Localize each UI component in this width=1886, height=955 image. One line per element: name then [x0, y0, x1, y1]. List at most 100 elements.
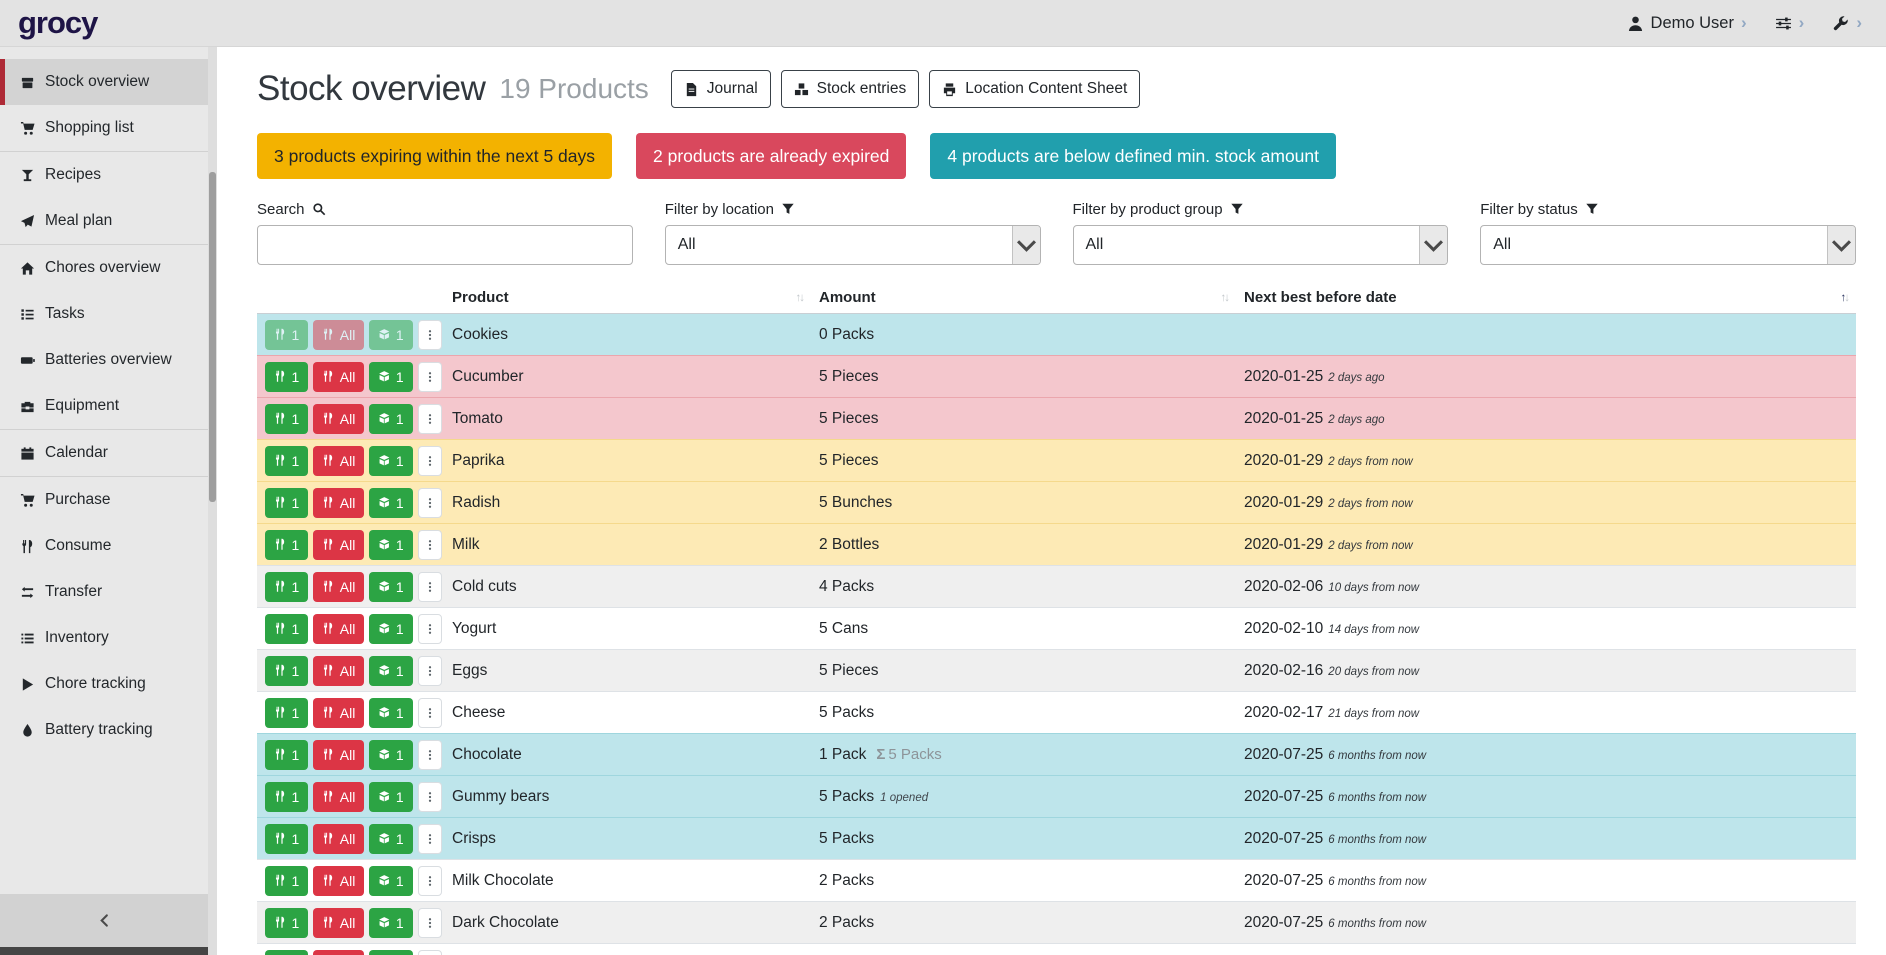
consume-one-button[interactable]: 1 [265, 614, 308, 644]
consume-all-button[interactable]: All [313, 908, 364, 938]
settings-menu[interactable]: › [1775, 13, 1805, 33]
status-badge[interactable]: 4 products are below defined min. stock … [930, 133, 1336, 179]
sidebar-item-stock-overview[interactable]: Stock overview [0, 59, 208, 105]
open-one-button[interactable]: 1 [369, 572, 412, 602]
sidebar-item-recipes[interactable]: Recipes [0, 152, 208, 198]
stock-entries-button[interactable]: Stock entries [781, 70, 920, 108]
sidebar-item-inventory[interactable]: Inventory [0, 615, 208, 661]
consume-one-button[interactable]: 1 [265, 740, 308, 770]
column-header-amount[interactable]: Amount ↑↓ [811, 285, 1236, 314]
row-menu-button[interactable] [418, 404, 442, 434]
consume-all-button[interactable]: All [313, 782, 364, 812]
consume-all-button[interactable]: All [313, 740, 364, 770]
row-menu-button[interactable] [418, 698, 442, 728]
sort-icon[interactable]: ↑↓ [1841, 292, 1849, 304]
open-one-button[interactable]: 1 [369, 782, 412, 812]
consume-all-button[interactable]: All [313, 362, 364, 392]
amount-cell: 4 Packs [811, 566, 1236, 608]
row-menu-button[interactable] [418, 572, 442, 602]
consume-all-button[interactable]: All [313, 698, 364, 728]
sidebar-item-chore-tracking[interactable]: Chore tracking [0, 661, 208, 707]
consume-one-button[interactable]: 1 [265, 446, 308, 476]
consume-one-button[interactable]: 1 [265, 572, 308, 602]
status-badge[interactable]: 2 products are already expired [636, 133, 906, 179]
consume-all-button[interactable]: All [313, 950, 364, 955]
row-menu-button[interactable] [418, 782, 442, 812]
row-menu-button[interactable] [418, 446, 442, 476]
consume-one-button[interactable]: 1 [265, 866, 308, 896]
consume-one-button[interactable]: 1 [265, 782, 308, 812]
row-menu-button[interactable] [418, 362, 442, 392]
sidebar-scrollbar[interactable] [209, 172, 216, 502]
open-one-button[interactable]: 1 [369, 488, 412, 518]
status-badge[interactable]: 3 products expiring within the next 5 da… [257, 133, 612, 179]
open-one-button[interactable]: 1 [369, 404, 412, 434]
open-one-button[interactable]: 1 [369, 362, 412, 392]
admin-menu[interactable]: › [1832, 13, 1862, 33]
consume-all-button[interactable]: All [313, 824, 364, 854]
consume-all-button[interactable]: All [313, 530, 364, 560]
open-one-button[interactable]: 1 [369, 824, 412, 854]
consume-one-button[interactable]: 1 [265, 698, 308, 728]
sidebar-item-meal-plan[interactable]: Meal plan [0, 198, 208, 244]
row-menu-button[interactable] [418, 866, 442, 896]
open-one-button[interactable]: 1 [369, 740, 412, 770]
open-one-button[interactable]: 1 [369, 656, 412, 686]
consume-all-button[interactable]: All [313, 656, 364, 686]
journal-button[interactable]: Journal [671, 70, 771, 108]
consume-one-button[interactable]: 1 [265, 824, 308, 854]
consume-all-button[interactable]: All [313, 866, 364, 896]
sidebar-item-consume[interactable]: Consume [0, 523, 208, 569]
open-one-button[interactable]: 1 [369, 866, 412, 896]
consume-all-button[interactable]: All [313, 404, 364, 434]
row-menu-button[interactable] [418, 656, 442, 686]
filter-by-status-select[interactable]: All [1480, 225, 1856, 265]
sidebar-item-calendar[interactable]: Calendar [0, 430, 208, 476]
row-menu-button[interactable] [418, 950, 442, 955]
consume-one-button[interactable]: 1 [265, 950, 308, 955]
consume-one-button[interactable]: 1 [265, 656, 308, 686]
sidebar-item-shopping-list[interactable]: Shopping list [0, 105, 208, 151]
filter-by-location-select[interactable]: All [665, 225, 1041, 265]
open-one-button[interactable]: 1 [369, 530, 412, 560]
row-menu-button[interactable] [418, 488, 442, 518]
sidebar-item-equipment[interactable]: Equipment [0, 383, 208, 429]
sidebar-item-tasks[interactable]: Tasks [0, 291, 208, 337]
open-one-button[interactable]: 1 [369, 614, 412, 644]
row-menu-button[interactable] [418, 908, 442, 938]
row-menu-button[interactable] [418, 740, 442, 770]
ellipsis-v-icon [424, 665, 436, 677]
sidebar-item-chores-overview[interactable]: Chores overview [0, 245, 208, 291]
open-one-button[interactable]: 1 [369, 698, 412, 728]
location-content-sheet-button[interactable]: Location Content Sheet [929, 70, 1140, 108]
user-menu[interactable]: Demo User › [1627, 13, 1747, 33]
consume-one-button[interactable]: 1 [265, 530, 308, 560]
open-one-button[interactable]: 1 [369, 908, 412, 938]
row-menu-button[interactable] [418, 320, 442, 350]
sidebar-item-purchase[interactable]: Purchase [0, 477, 208, 523]
sort-icon[interactable]: ↑↓ [796, 292, 804, 304]
consume-all-button[interactable]: All [313, 614, 364, 644]
search-input[interactable] [257, 225, 633, 265]
consume-one-button[interactable]: 1 [265, 404, 308, 434]
row-menu-button[interactable] [418, 824, 442, 854]
consume-all-button[interactable]: All [313, 488, 364, 518]
row-menu-button[interactable] [418, 530, 442, 560]
column-header-product[interactable]: Product ↑↓ [444, 285, 811, 314]
sidebar-item-batteries-overview[interactable]: Batteries overview [0, 337, 208, 383]
open-one-button[interactable]: 1 [369, 950, 412, 955]
consume-one-button[interactable]: 1 [265, 362, 308, 392]
consume-all-button[interactable]: All [313, 446, 364, 476]
filter-by-product-group-select[interactable]: All [1073, 225, 1449, 265]
sort-icon[interactable]: ↑↓ [1221, 292, 1229, 304]
sidebar-item-transfer[interactable]: Transfer [0, 569, 208, 615]
row-menu-button[interactable] [418, 614, 442, 644]
consume-all-button[interactable]: All [313, 572, 364, 602]
sidebar-item-label: Chores overview [45, 259, 160, 277]
sidebar-collapse-button[interactable] [0, 894, 208, 947]
sidebar-item-battery-tracking[interactable]: Battery tracking [0, 707, 208, 753]
column-header-next-best-before-date[interactable]: Next best before date ↑↓ [1236, 285, 1856, 314]
open-one-button[interactable]: 1 [369, 446, 412, 476]
consume-one-button[interactable]: 1 [265, 908, 308, 938]
consume-one-button[interactable]: 1 [265, 488, 308, 518]
